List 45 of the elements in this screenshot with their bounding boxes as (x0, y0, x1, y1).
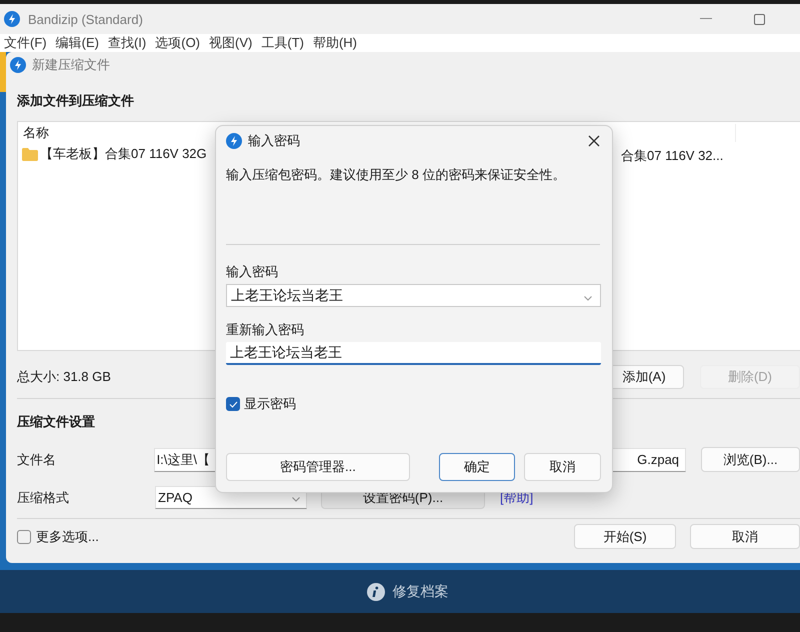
repair-archive-label[interactable]: 修复档案 (392, 582, 448, 600)
column-header[interactable]: 名称 (23, 125, 49, 140)
file-name-cell[interactable]: 【车老板】合集07 116V 32G (40, 145, 207, 163)
minimize-icon[interactable] (700, 18, 712, 20)
dialog-button[interactable]: 取消 (524, 453, 601, 481)
file-name-cell[interactable]: 合集07 116V 32... (621, 146, 724, 166)
menu-item[interactable]: 文件(F) (0, 34, 52, 52)
dialog-button[interactable]: 确定 (438, 453, 516, 481)
dialog-button[interactable]: 密码管理器... (226, 453, 410, 481)
chevron-down-icon (292, 497, 300, 502)
menu-item[interactable]: 查找(I) (104, 34, 152, 52)
checkbox[interactable] (226, 397, 240, 411)
field-label: 文件名 (17, 450, 57, 468)
field-label: 压缩格式 (17, 488, 70, 506)
menu-item[interactable]: 帮助(H) (308, 34, 362, 52)
section-heading: 添加文件到压缩文件 (17, 92, 135, 110)
field-label: 输入密码 (226, 263, 279, 281)
close-icon[interactable] (588, 135, 600, 147)
menu-item[interactable]: 选项(O) (151, 34, 206, 52)
dialog-title: 新建压缩文件 (32, 56, 110, 74)
total-size-label: 总大小: 31.8 GB (17, 368, 111, 386)
checkbox[interactable] (17, 530, 31, 544)
chevron-down-icon (584, 296, 592, 300)
menu-item[interactable]: 视图(V) (205, 34, 258, 52)
folder-icon (22, 148, 38, 160)
maximize-icon[interactable] (754, 14, 765, 24)
checkmark-icon (228, 400, 238, 408)
field-label: 重新输入密码 (226, 321, 305, 339)
menu-item[interactable]: 编辑(E) (52, 34, 104, 52)
dialog-button[interactable]: 开始(S) (574, 524, 676, 549)
description-text: 输入压缩包密码。建议使用至少 8 位的密码来保证安全性。 (226, 166, 566, 184)
app-logo-icon (4, 11, 20, 27)
window-title: Bandizip (Standard) (28, 12, 143, 26)
app-logo-icon (226, 133, 242, 149)
input-field[interactable]: 上老王论坛当老王 (226, 342, 601, 365)
app-logo-icon (10, 57, 26, 73)
password-dropdown[interactable]: 上老王论坛当老王 (226, 284, 601, 307)
browse-button[interactable]: 浏览(B)... (701, 447, 800, 472)
dialog-title: 输入密码 (248, 132, 300, 150)
checkbox-label[interactable]: 更多选项... (36, 528, 99, 546)
section-heading: 压缩文件设置 (17, 413, 96, 431)
checkbox-label[interactable]: 显示密码 (244, 395, 296, 413)
info-icon (366, 582, 384, 600)
dialog-button[interactable]: 取消 (690, 524, 800, 549)
menu-item[interactable]: 工具(T) (257, 34, 309, 52)
